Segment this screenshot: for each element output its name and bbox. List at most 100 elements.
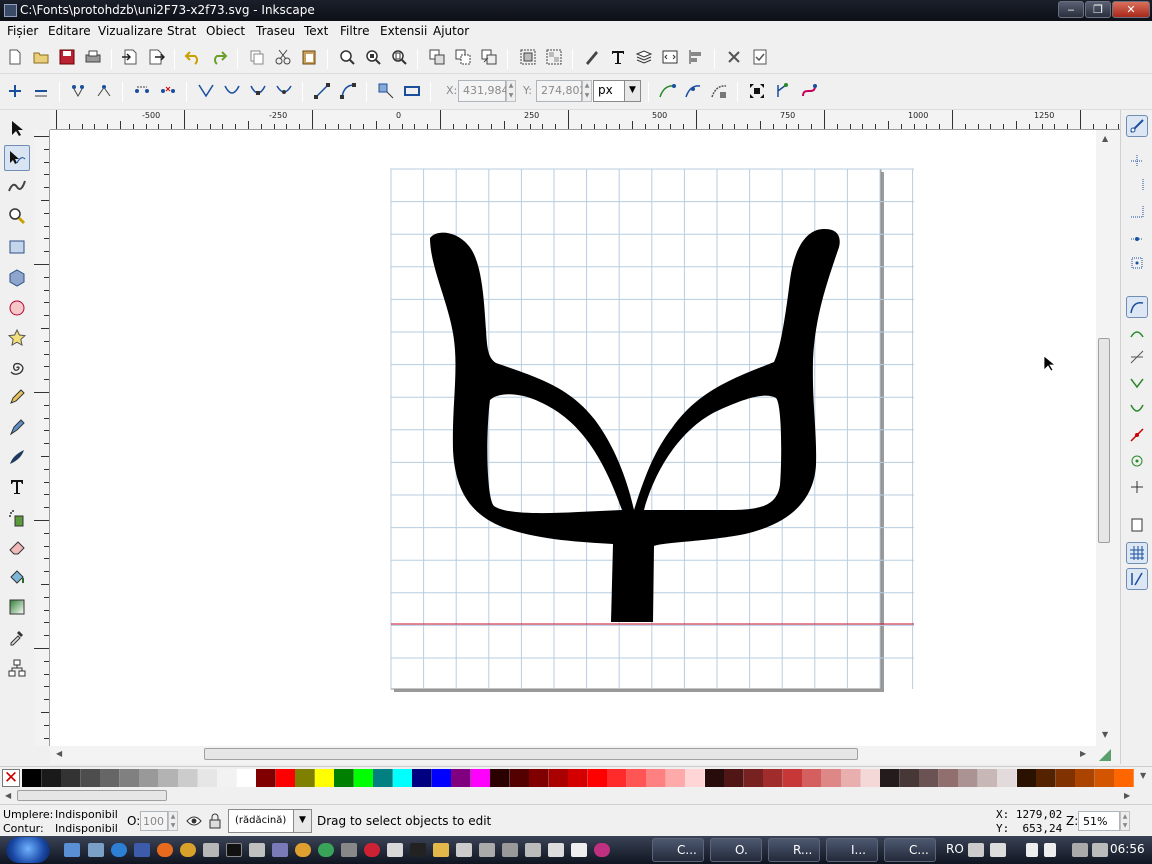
color-management-icon[interactable]	[1098, 748, 1112, 762]
eraser-tool-icon[interactable]	[4, 534, 30, 560]
vertical-scrollbar[interactable]: ▲ ▼	[1096, 130, 1120, 746]
color-swatch[interactable]	[314, 769, 335, 787]
color-swatch[interactable]	[860, 769, 881, 787]
taskbar-button[interactable]: R...	[768, 838, 820, 862]
close-button[interactable]: ✕	[1112, 1, 1150, 18]
menu-strat[interactable]: Strat	[167, 24, 196, 38]
x-coordinate-spinner[interactable]: ▲ ▼	[506, 80, 516, 102]
vertical-scroll-thumb[interactable]	[1098, 338, 1110, 543]
snap-page-border-icon[interactable]	[1126, 514, 1148, 536]
delete-node-icon[interactable]	[30, 80, 52, 102]
snap-nodes-icon[interactable]	[1126, 296, 1148, 318]
scroll-up-icon[interactable]: ▲	[1102, 134, 1108, 143]
snap-bbox-icon[interactable]	[1126, 150, 1148, 172]
tool-icon[interactable]	[203, 843, 219, 857]
undo-icon[interactable]	[182, 46, 204, 68]
taskbar-button[interactable]: C...	[652, 838, 704, 862]
snap-bbox-edges-icon[interactable]	[1126, 174, 1148, 196]
group-icon[interactable]	[517, 46, 539, 68]
color-swatch[interactable]	[353, 769, 374, 787]
zoom-input[interactable]: 51%	[1078, 811, 1120, 831]
dropper-tool-icon[interactable]	[4, 624, 30, 650]
app-icon[interactable]	[479, 843, 495, 857]
color-swatch[interactable]	[919, 769, 940, 787]
menu-ajutor[interactable]: Ajutor	[433, 24, 469, 38]
app-icon[interactable]	[502, 843, 518, 857]
zoom-tool-icon[interactable]	[4, 203, 30, 229]
volume-icon[interactable]	[1092, 843, 1108, 857]
y-coordinate-spinner[interactable]: ▲ ▼	[582, 80, 592, 102]
app-icon[interactable]	[456, 843, 472, 857]
join-nodes-icon[interactable]	[67, 80, 89, 102]
tray-icon[interactable]	[1044, 843, 1056, 857]
segment-curve-icon[interactable]	[337, 80, 359, 102]
tweak-tool-icon[interactable]	[4, 173, 30, 199]
internet-explorer-icon[interactable]	[111, 843, 127, 857]
php-icon[interactable]	[272, 843, 288, 857]
color-swatch[interactable]	[275, 769, 296, 787]
text-font-icon[interactable]	[607, 46, 629, 68]
menu-extensii[interactable]: Extensii	[380, 24, 427, 38]
color-swatch[interactable]	[373, 769, 394, 787]
rectangle-tool-icon[interactable]	[4, 234, 30, 260]
tray-icon[interactable]	[968, 843, 984, 857]
spray-tool-icon[interactable]	[4, 505, 30, 531]
color-swatch[interactable]	[782, 769, 803, 787]
visibility-eye-icon[interactable]	[186, 813, 202, 829]
color-swatch[interactable]	[509, 769, 530, 787]
tray-icon[interactable]	[990, 843, 1006, 857]
show-transform-handles-icon[interactable]	[746, 80, 768, 102]
show-handles-icon[interactable]	[656, 80, 678, 102]
app-icon[interactable]	[295, 843, 311, 857]
color-swatch[interactable]	[958, 769, 979, 787]
text-tool-icon[interactable]	[4, 474, 30, 500]
menu-vizualizare[interactable]: Vizualizare	[98, 24, 163, 38]
color-swatch[interactable]	[587, 769, 608, 787]
stroke-to-path-icon[interactable]	[401, 80, 423, 102]
color-swatch[interactable]	[1016, 769, 1037, 787]
color-swatch[interactable]	[607, 769, 628, 787]
clock[interactable]: 06:56	[1110, 842, 1145, 856]
delete-segment-icon[interactable]	[157, 80, 179, 102]
gradient-tool-icon[interactable]	[4, 594, 30, 620]
browser-icon[interactable]	[180, 843, 196, 857]
chrome-icon[interactable]	[318, 843, 334, 857]
path-effect-icon[interactable]	[798, 80, 820, 102]
menu-editare[interactable]: Editare	[48, 24, 91, 38]
break-path-icon[interactable]	[93, 80, 115, 102]
object-to-path-icon[interactable]	[375, 80, 397, 102]
y-coordinate-input[interactable]: 274,802	[536, 80, 587, 102]
unit-select[interactable]: px ▼	[593, 80, 641, 102]
taskbar-button[interactable]: I...	[826, 838, 878, 862]
ellipse-tool-icon[interactable]	[4, 295, 30, 321]
node-tool-icon[interactable]	[4, 145, 30, 171]
align-distribute-icon[interactable]	[685, 46, 707, 68]
app-icon[interactable]	[548, 843, 564, 857]
stroke-value[interactable]: Indisponibil	[55, 822, 118, 835]
x-coordinate-input[interactable]: 431,984	[458, 80, 509, 102]
palette-scroll-right-icon[interactable]: ▶	[1124, 791, 1130, 800]
taskbar-button[interactable]: C...	[884, 838, 936, 862]
save-icon[interactable]	[56, 46, 78, 68]
snap-midpoints-icon[interactable]	[1126, 424, 1148, 446]
open-icon[interactable]	[30, 46, 52, 68]
palette-scrollbar[interactable]: ◀ ▶	[0, 788, 1152, 804]
color-swatch[interactable]	[158, 769, 179, 787]
color-swatch[interactable]	[724, 769, 745, 787]
color-swatch[interactable]	[685, 769, 706, 787]
color-swatch[interactable]	[997, 769, 1018, 787]
zoom-spinner[interactable]: ▲ ▼	[1120, 811, 1130, 831]
color-swatch[interactable]	[431, 769, 452, 787]
app-icon[interactable]	[571, 843, 587, 857]
duplicate-icon[interactable]	[426, 46, 448, 68]
app-icon[interactable]	[410, 843, 426, 857]
preferences-icon[interactable]	[723, 46, 745, 68]
box3d-tool-icon[interactable]	[4, 265, 30, 291]
opera-icon[interactable]	[364, 843, 380, 857]
cut-icon[interactable]	[272, 46, 294, 68]
auto-smooth-node-icon[interactable]	[273, 80, 295, 102]
color-swatch[interactable]	[1055, 769, 1076, 787]
color-swatch[interactable]	[821, 769, 842, 787]
color-swatch[interactable]	[1036, 769, 1057, 787]
menu-text[interactable]: Text	[304, 24, 328, 38]
